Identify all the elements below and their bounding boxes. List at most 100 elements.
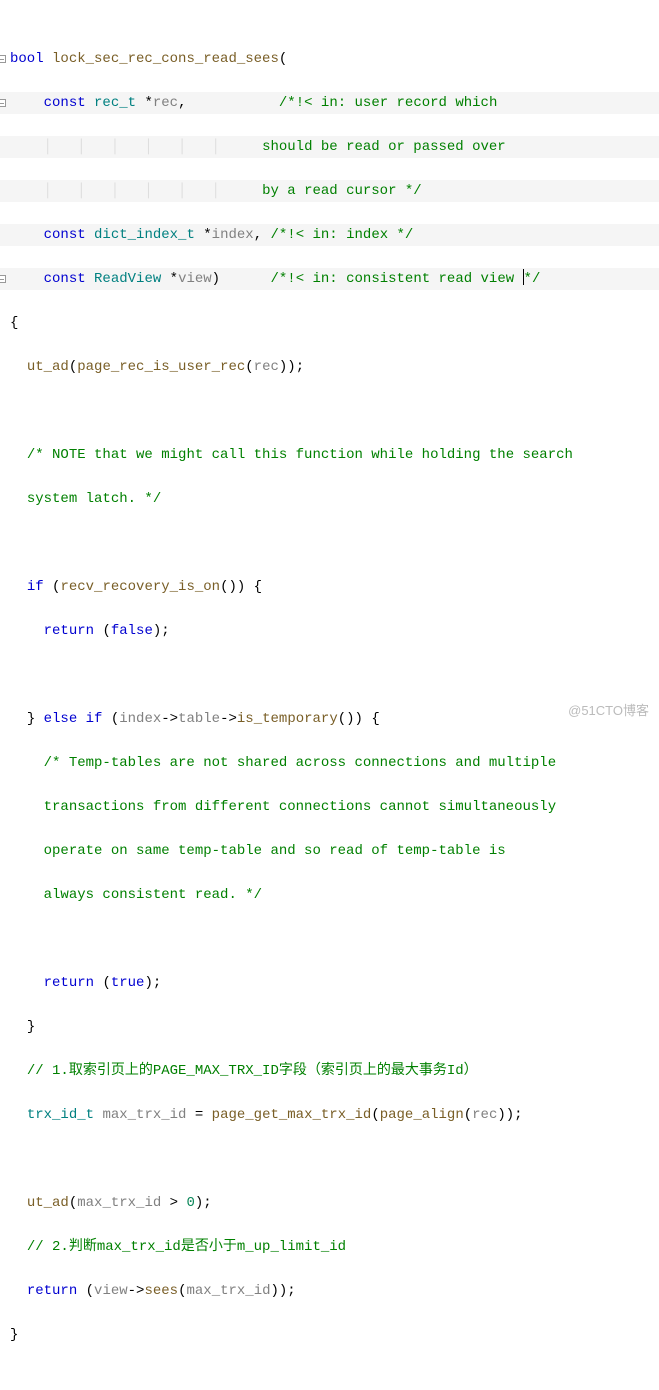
keyword: else if bbox=[44, 711, 103, 727]
paren: ( bbox=[102, 975, 110, 991]
paren: ); bbox=[153, 623, 170, 639]
code-line: // 2.判断max_trx_id是否小于m_up_limit_id bbox=[0, 1236, 659, 1258]
identifier: rec bbox=[472, 1107, 497, 1123]
function-call: ut_ad bbox=[27, 359, 69, 375]
code-line: /* NOTE that we might call this function… bbox=[0, 444, 659, 466]
code-line: trx_id_t max_trx_id = page_get_max_trx_i… bbox=[0, 1104, 659, 1126]
paren: )); bbox=[271, 1283, 296, 1299]
code-line: const rec_t *rec, /*!< in: user record w… bbox=[0, 92, 659, 114]
operator: * bbox=[144, 95, 152, 111]
comment: should be read or passed over bbox=[262, 139, 506, 155]
code-line: } else if (index->table->is_temporary())… bbox=[0, 708, 659, 730]
watermark: @51CTO博客 bbox=[568, 700, 649, 722]
paren: )); bbox=[279, 359, 304, 375]
punct: , bbox=[178, 95, 186, 111]
comment: operate on same temp-table and so read o… bbox=[44, 843, 506, 859]
operator: -> bbox=[161, 711, 178, 727]
type: rec_t bbox=[94, 95, 136, 111]
code-line-blank bbox=[0, 532, 659, 554]
type: dict_index_t bbox=[94, 227, 195, 243]
comment: /* NOTE that we might call this function… bbox=[27, 447, 573, 463]
code-line: const dict_index_t *index, /*!< in: inde… bbox=[0, 224, 659, 246]
comment: always consistent read. */ bbox=[44, 887, 262, 903]
identifier: rec bbox=[254, 359, 279, 375]
operator: = bbox=[195, 1107, 203, 1123]
brace: } bbox=[27, 1019, 35, 1035]
paren: ( bbox=[69, 1195, 77, 1211]
operator: > bbox=[170, 1195, 178, 1211]
identifier: index bbox=[212, 227, 254, 243]
function-call: page_align bbox=[380, 1107, 464, 1123]
identifier: rec bbox=[153, 95, 178, 111]
comment: /*!< in: consistent read view bbox=[271, 271, 523, 287]
keyword: const bbox=[44, 271, 86, 287]
keyword: const bbox=[44, 95, 86, 111]
keyword: true bbox=[111, 975, 145, 991]
code-line: if (recv_recovery_is_on()) { bbox=[0, 576, 659, 598]
paren: ( bbox=[69, 359, 77, 375]
keyword: bool bbox=[10, 51, 44, 67]
code-line: ut_ad(max_trx_id > 0); bbox=[0, 1192, 659, 1214]
comment: /*!< in: user record which bbox=[279, 95, 497, 111]
punct: , bbox=[254, 227, 262, 243]
comment: // 2.判断max_trx_id是否小于m_up_limit_id bbox=[27, 1239, 346, 1255]
brace: } bbox=[10, 1327, 18, 1343]
comment: by a read cursor */ bbox=[262, 183, 422, 199]
operator: * bbox=[170, 271, 178, 287]
keyword: if bbox=[27, 579, 44, 595]
paren: ()) { bbox=[338, 711, 380, 727]
paren: ( bbox=[464, 1107, 472, 1123]
identifier: max_trx_id bbox=[77, 1195, 161, 1211]
code-line: } bbox=[0, 1324, 659, 1346]
comment: /* Temp-tables are not shared across con… bbox=[44, 755, 556, 771]
identifier: max_trx_id bbox=[186, 1283, 270, 1299]
code-line: │ │ │ │ │ │ by a read cursor */ bbox=[0, 180, 659, 202]
comment: */ bbox=[524, 271, 541, 287]
code-line-blank bbox=[0, 400, 659, 422]
operator: * bbox=[203, 227, 211, 243]
function-name: lock_sec_rec_cons_read_sees bbox=[52, 51, 279, 67]
function-call: ut_ad bbox=[27, 1195, 69, 1211]
identifier: max_trx_id bbox=[102, 1107, 186, 1123]
function-call: sees bbox=[144, 1283, 178, 1299]
comment: system latch. */ bbox=[27, 491, 161, 507]
paren: ); bbox=[144, 975, 161, 991]
code-editor[interactable]: bool lock_sec_rec_cons_read_sees( const … bbox=[0, 0, 659, 1390]
comment: // 1.取索引页上的PAGE_MAX_TRX_ID字段（索引页上的最大事务Id… bbox=[27, 1063, 478, 1079]
keyword: return bbox=[27, 1283, 77, 1299]
keyword: return bbox=[44, 623, 94, 639]
type: trx_id_t bbox=[27, 1107, 94, 1123]
identifier: view bbox=[178, 271, 212, 287]
identifier: view bbox=[94, 1283, 128, 1299]
identifier: table bbox=[178, 711, 220, 727]
keyword: false bbox=[111, 623, 153, 639]
code-line: } bbox=[0, 1016, 659, 1038]
identifier: index bbox=[119, 711, 161, 727]
code-line-blank bbox=[0, 928, 659, 950]
code-line: /* Temp-tables are not shared across con… bbox=[0, 752, 659, 774]
comment: /*!< in: index */ bbox=[271, 227, 414, 243]
operator: -> bbox=[220, 711, 237, 727]
function-call: page_rec_is_user_rec bbox=[77, 359, 245, 375]
comment: transactions from different connections … bbox=[44, 799, 556, 815]
brace: } bbox=[27, 711, 35, 727]
code-line: always consistent read. */ bbox=[0, 884, 659, 906]
function-call: recv_recovery_is_on bbox=[60, 579, 220, 595]
paren: ( bbox=[178, 1283, 186, 1299]
code-line: transactions from different connections … bbox=[0, 796, 659, 818]
keyword: const bbox=[44, 227, 86, 243]
number: 0 bbox=[186, 1195, 194, 1211]
paren: ( bbox=[371, 1107, 379, 1123]
code-line: return (false); bbox=[0, 620, 659, 642]
code-line-blank bbox=[0, 664, 659, 686]
paren: ( bbox=[111, 711, 119, 727]
paren: ( bbox=[86, 1283, 94, 1299]
code-line: bool lock_sec_rec_cons_read_sees( bbox=[0, 48, 659, 70]
paren: ( bbox=[279, 51, 287, 67]
paren: ); bbox=[195, 1195, 212, 1211]
paren: ( bbox=[245, 359, 253, 375]
code-line-blank bbox=[0, 1148, 659, 1170]
paren: ) bbox=[212, 271, 220, 287]
code-line: const ReadView *view) /*!< in: consisten… bbox=[0, 268, 659, 290]
function-call: is_temporary bbox=[237, 711, 338, 727]
